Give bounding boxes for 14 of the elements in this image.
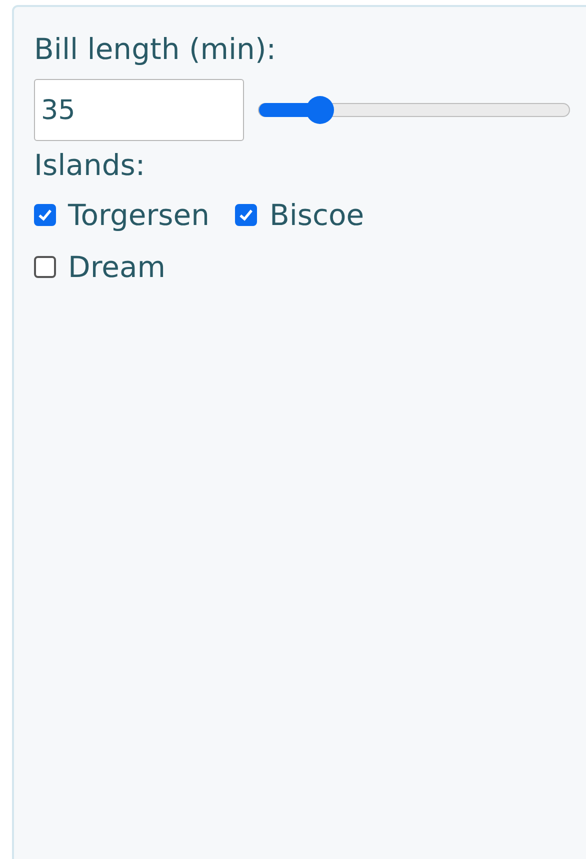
checkbox-option[interactable]: Dream xyxy=(34,245,166,289)
input-field[interactable]: 35 xyxy=(34,79,244,141)
slider-track[interactable] xyxy=(258,103,570,117)
check-icon xyxy=(38,209,52,221)
checkbox-option[interactable]: Biscoe xyxy=(235,193,364,237)
slider-thumb[interactable] xyxy=(306,96,334,124)
check-icon xyxy=(239,209,254,221)
checkbox-option[interactable]: Torgersen xyxy=(34,193,210,237)
group-label: Islands: xyxy=(34,147,146,183)
checkbox[interactable] xyxy=(34,256,56,278)
checkbox[interactable] xyxy=(235,204,258,226)
field-label: Bill length (min): xyxy=(34,31,276,67)
slider[interactable] xyxy=(258,96,570,124)
checkbox[interactable] xyxy=(34,204,56,226)
